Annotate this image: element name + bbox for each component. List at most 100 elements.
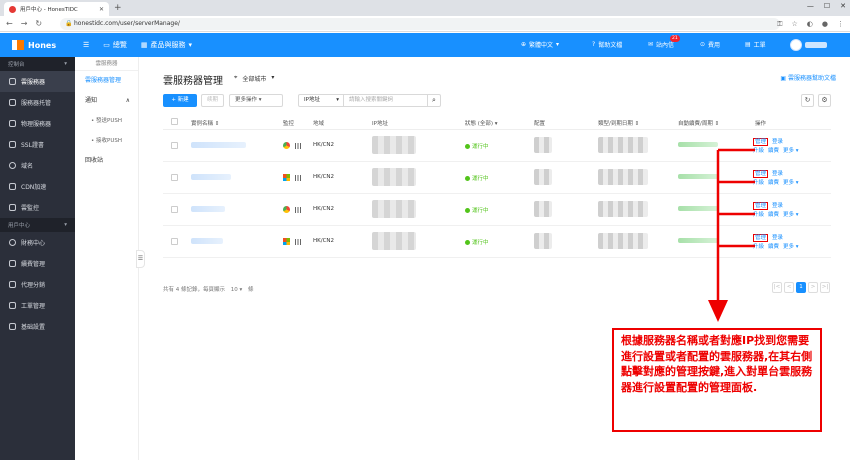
close-tab-icon[interactable]: ✕	[99, 6, 104, 13]
monitor-cell[interactable]	[283, 174, 301, 181]
language-switch[interactable]: ⊕ 繁體中文 ▾	[521, 40, 559, 49]
instance-name-redacted[interactable]	[191, 142, 246, 150]
manage-button[interactable]: 管理	[753, 138, 769, 146]
sidebar-group-console[interactable]: 控制台 ▾	[0, 57, 75, 71]
subnav-item-recycle-bin[interactable]: 回收站	[75, 151, 138, 171]
sidebar-item-agent[interactable]: 代理分銷	[0, 274, 75, 295]
renew-button[interactable]: 续期	[201, 94, 225, 107]
login-link[interactable]: 登录	[772, 203, 783, 209]
sidebar-item-settings[interactable]: 基础設置	[0, 316, 75, 337]
upgrade-link[interactable]: 升級	[753, 212, 764, 218]
reload-icon[interactable]: ↻	[35, 19, 42, 28]
monitor-cell[interactable]	[283, 142, 301, 149]
renew-link[interactable]: 續費	[768, 212, 779, 218]
more-link[interactable]: 更多 ▾	[783, 180, 799, 186]
instance-name-redacted[interactable]	[191, 238, 223, 246]
monitor-cell[interactable]	[283, 238, 301, 245]
extensions-icon[interactable]: ◐	[807, 18, 813, 30]
search-icon[interactable]: ⌕	[427, 94, 441, 107]
page-size-select[interactable]: 10 ▾	[231, 287, 243, 293]
subnav-item-server-manage[interactable]: 雲服務器管理	[75, 71, 138, 91]
more-link[interactable]: 更多 ▾	[783, 244, 799, 250]
region-selector[interactable]: ⌖ 全部城市 ▾	[234, 74, 274, 83]
renew-link[interactable]: 續費	[768, 180, 779, 186]
search-input[interactable]: 請輸入搜索關鍵詞	[343, 94, 428, 107]
brand-logo[interactable]: Hones	[0, 33, 75, 57]
instance-name-redacted[interactable]	[191, 174, 231, 182]
row-checkbox[interactable]	[171, 238, 178, 247]
forward-icon[interactable]: →	[21, 19, 28, 28]
maximize-icon[interactable]: ☐	[824, 2, 830, 10]
bar-chart-icon[interactable]	[295, 174, 301, 181]
upgrade-link[interactable]: 升級	[753, 148, 764, 154]
browser-tab[interactable]: 用戶中心 - HonesTIDC ✕	[4, 2, 109, 16]
refresh-icon[interactable]: ↻	[801, 94, 814, 107]
more-actions-button[interactable]: 更多操作 ▾	[229, 94, 283, 107]
bar-chart-icon[interactable]	[295, 206, 301, 213]
nav-overview[interactable]: ▭ 總覽	[103, 40, 127, 50]
monitor-cell[interactable]	[283, 206, 301, 213]
col-status[interactable]: 狀態 (全部) ▾	[465, 119, 498, 127]
renew-link[interactable]: 續費	[768, 244, 779, 250]
manage-button[interactable]: 管理	[753, 234, 769, 242]
subnav-item-receive-push[interactable]: • 接收PUSH	[75, 131, 138, 151]
prev-page-button[interactable]: <	[784, 282, 794, 293]
more-link[interactable]: 更多 ▾	[783, 148, 799, 154]
bar-chart-icon[interactable]	[295, 142, 301, 149]
nav-products[interactable]: ▦ 產品與服務 ▾	[141, 40, 192, 50]
sidebar-item-domain[interactable]: 域名	[0, 155, 75, 176]
ticket-link[interactable]: ▤ 工單	[745, 40, 766, 49]
login-link[interactable]: 登录	[772, 139, 783, 145]
sidebar-item-monitor[interactable]: 雲監控	[0, 197, 75, 218]
row-checkbox[interactable]	[171, 174, 178, 183]
user-menu[interactable]	[790, 39, 827, 51]
subnav-item-send-push[interactable]: • 發送PUSH	[75, 111, 138, 131]
sidebar-item-cloud-server[interactable]: 雲服務器	[0, 71, 75, 92]
sidebar-item-physical-server[interactable]: 物理服務器	[0, 113, 75, 134]
row-checkbox[interactable]	[171, 142, 178, 151]
next-page-button[interactable]: >	[808, 282, 818, 293]
manage-button[interactable]: 管理	[753, 170, 769, 178]
back-icon[interactable]: ←	[6, 19, 13, 28]
page-1-button[interactable]: 1	[796, 282, 806, 293]
key-icon[interactable]: ⚿	[777, 18, 782, 30]
filter-type-select[interactable]: IP地址 ▾	[298, 94, 344, 107]
last-page-button[interactable]: >|	[820, 282, 830, 293]
close-window-icon[interactable]: ✕	[840, 2, 846, 10]
sidebar-item-ssl[interactable]: SSL證書	[0, 134, 75, 155]
sidebar-item-cdn[interactable]: CDN加速	[0, 176, 75, 197]
bookmark-star-icon[interactable]: ☆	[792, 18, 798, 30]
select-all-checkbox[interactable]	[171, 118, 178, 127]
col-instance-name[interactable]: 實例名稱 ⇕	[191, 119, 219, 127]
inbox-link[interactable]: ✉ 站內信 21	[648, 35, 680, 49]
collapse-sidebar-handle[interactable]: ☰	[136, 250, 145, 268]
login-link[interactable]: 登录	[772, 171, 783, 177]
billing-link[interactable]: ⊙ 費用	[700, 40, 720, 49]
renew-link[interactable]: 續費	[768, 148, 779, 154]
sidebar-item-tickets[interactable]: 工單管理	[0, 295, 75, 316]
row-checkbox[interactable]	[171, 206, 178, 215]
instance-name-redacted[interactable]	[191, 206, 225, 214]
settings-icon[interactable]: ⚙	[818, 94, 831, 107]
col-type-expiry[interactable]: 類型/到期日期 ⇕	[598, 119, 639, 127]
sidebar-item-finance[interactable]: 財務中心	[0, 232, 75, 253]
more-link[interactable]: 更多 ▾	[783, 212, 799, 218]
bar-chart-icon[interactable]	[295, 238, 301, 245]
manage-button[interactable]: 管理	[753, 202, 769, 210]
minimize-icon[interactable]: —	[807, 2, 814, 10]
profile-icon[interactable]: ●	[822, 18, 828, 30]
new-tab-icon[interactable]: +	[114, 3, 122, 13]
upgrade-link[interactable]: 升級	[753, 180, 764, 186]
login-link[interactable]: 登录	[772, 235, 783, 241]
upgrade-link[interactable]: 升級	[753, 244, 764, 250]
subnav-item-notify[interactable]: 通知 ∧	[75, 91, 138, 111]
new-server-button[interactable]: + 新建	[163, 94, 197, 107]
first-page-button[interactable]: |<	[772, 282, 782, 293]
browser-menu-icon[interactable]: ⋮	[837, 18, 844, 30]
help-docs-link[interactable]: ? 幫助文檔	[592, 40, 622, 49]
hamburger-menu-icon[interactable]: ☰	[83, 41, 89, 49]
url-field[interactable]: honestidc.com/user/serverManage/	[60, 18, 780, 30]
server-help-doc-link[interactable]: ▣ 雲服務器幫助文檔	[780, 73, 836, 82]
sidebar-group-user-center[interactable]: 用戶中心 ▾	[0, 218, 75, 232]
col-auto-renew[interactable]: 自動續費/周期 ⇕	[678, 119, 719, 127]
